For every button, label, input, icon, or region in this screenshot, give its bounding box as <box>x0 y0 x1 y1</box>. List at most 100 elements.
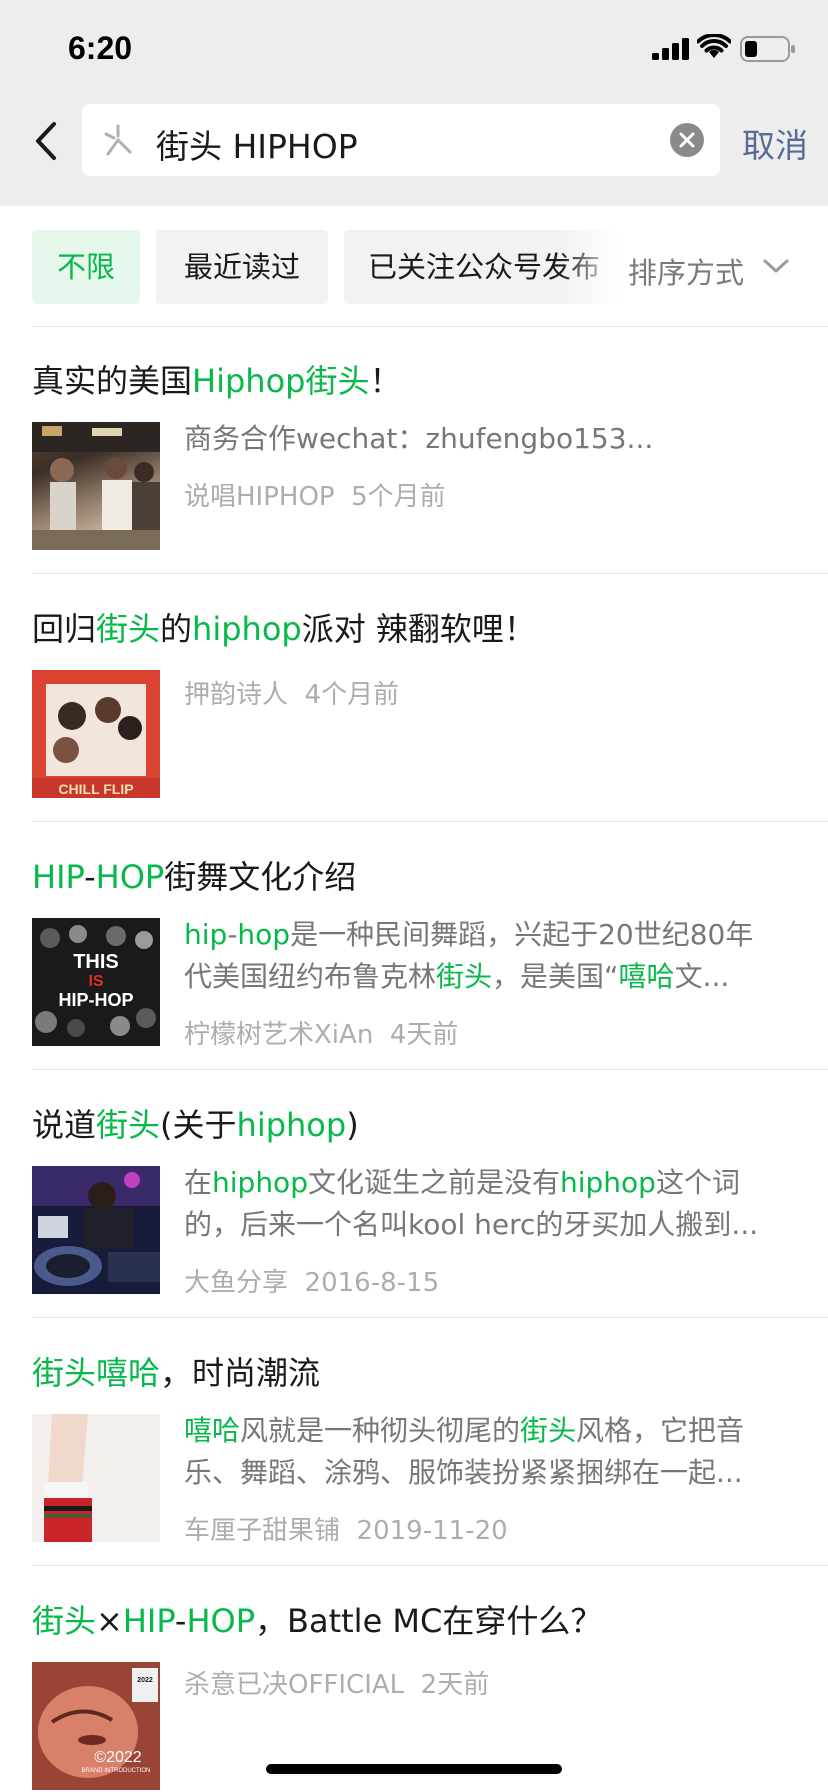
street-crowd-photo <box>32 422 160 550</box>
highlight-text: 街头 <box>520 1414 577 1447</box>
text-segment: ) <box>346 1106 359 1144</box>
text-segment: ，是美国“ <box>492 960 619 993</box>
result-source: 大鱼分享 <box>184 1268 289 1298</box>
highlight-text: 嘻哈 <box>618 960 675 993</box>
brand-face-photo: 2022 ©2022 BRAND INTRODUCTION <box>32 1662 160 1790</box>
description-line: 的，后来一个名叫kool herc的牙买加人搬到... <box>184 1204 798 1246</box>
filter-chip-unlimited[interactable]: 不限 <box>32 230 140 304</box>
result-thumbnail: CHILL FLIP <box>32 670 160 798</box>
dj-turntable-photo <box>32 1166 160 1294</box>
highlight-text: 街头 <box>96 1106 161 1144</box>
highlight-text: hiphop <box>236 1106 347 1144</box>
highlight-text: 街头嘻哈 <box>32 1354 161 1392</box>
result-item[interactable]: 说道街头(关于hiphop) 在hiphop文化诞生之前是没有hiphop这个词… <box>0 1070 828 1318</box>
text-segment: 回归 <box>32 610 97 648</box>
result-description: hip-hop是一种民间舞蹈，兴起于20世纪80年 代美国纽约布鲁克林街头，是美国… <box>184 914 798 998</box>
text-segment: 商务合作wechat：zhufengbo153... <box>184 422 654 455</box>
text-segment: 乐、舞蹈、涂鸦、服饰装扮紧紧捆绑在一起... <box>184 1456 743 1489</box>
thumb-year: ©2022 <box>94 1749 141 1766</box>
text-segment: 风就是一种彻头彻尾的 <box>240 1414 521 1447</box>
description-line: 商务合作wechat：zhufengbo153... <box>184 418 798 460</box>
text-segment: 文... <box>674 960 730 993</box>
result-thumbnail: 2022 ©2022 BRAND INTRODUCTION <box>32 1662 160 1790</box>
result-time: 5个月前 <box>351 482 446 512</box>
result-item[interactable]: 真实的美国Hiphop街头！ 商务合作wechat：zhufengbo153..… <box>0 326 828 574</box>
result-time: 2天前 <box>420 1670 490 1700</box>
result-time: 2016-8-15 <box>304 1268 440 1298</box>
wifi-icon <box>697 34 731 58</box>
highlight-text: 嘻哈 <box>184 1414 241 1447</box>
description-line: 乐、舞蹈、涂鸦、服饰装扮紧紧捆绑在一起... <box>184 1452 798 1494</box>
text-segment: 真实的美国 <box>32 362 193 400</box>
battery-icon <box>740 36 795 62</box>
thumb-badge: 2022 <box>137 1677 153 1684</box>
result-title: 说道街头(关于hiphop) <box>32 1100 359 1146</box>
highlight-text: hiphop <box>212 1166 308 1199</box>
result-description: 商务合作wechat：zhufengbo153... <box>184 418 798 460</box>
text-segment: 的，后来一个名叫kool herc的牙买加人搬到... <box>184 1208 759 1241</box>
result-description: 在hiphop文化诞生之前是没有hiphop这个词 的，后来一个名叫kool he… <box>184 1162 798 1246</box>
status-time: 6:20 <box>68 30 133 66</box>
text-segment: 是一种民间舞蹈，兴起于20世纪80年 <box>290 918 754 951</box>
highlight-text: hiphop <box>559 1166 656 1199</box>
result-title: HIP-HOP街舞文化介绍 <box>32 852 356 898</box>
highlight-text: hiphop <box>192 610 302 648</box>
highlight-text: 街头 <box>436 960 493 993</box>
description-line: 代美国纽约布鲁克林街头，是美国“嘻哈文... <box>184 956 798 998</box>
result-item[interactable]: 回归街头的hiphop派对 辣翻软哩！ CHILL FLIP 押韵诗人 4个月前 <box>0 574 828 822</box>
red-socks-photo <box>32 1414 160 1542</box>
search-query[interactable]: 街头 HIPHOP <box>156 120 358 168</box>
clear-search-button[interactable] <box>670 123 704 157</box>
result-thumbnail <box>32 1414 160 1542</box>
result-item[interactable]: 街头×HIP-HOP，Battle MC在穿什么？ 2022 ©2022 BRA… <box>0 1566 828 1792</box>
result-source: 柠檬树艺术XiAn <box>184 1020 374 1050</box>
thumb-line-1: THIS <box>73 951 119 973</box>
text-segment: 说道 <box>32 1106 97 1144</box>
sort-dropdown[interactable]: 排序方式 <box>628 250 744 292</box>
cancel-button[interactable]: 取消 <box>742 119 808 167</box>
result-meta: 车厘子甜果铺 2019-11-20 <box>184 1510 508 1547</box>
result-thumbnail <box>32 1166 160 1294</box>
text-segment: 在 <box>184 1166 213 1199</box>
thumb-line-2: IS <box>88 973 103 990</box>
text-segment: 风格，它把音 <box>576 1414 745 1447</box>
highlight-text: HIP <box>32 858 85 896</box>
result-item[interactable]: 街头嘻哈，时尚潮流 嘻哈风就是一种彻头彻尾的街头风格，它把音 乐、舞蹈、涂鸦、服饰… <box>0 1318 828 1566</box>
filter-bar: 不限 最近读过 已关注公众号发布 排序方式 <box>0 206 828 327</box>
text-segment: 这个词 <box>655 1166 740 1199</box>
result-title: 街头×HIP-HOP，Battle MC在穿什么？ <box>32 1596 602 1642</box>
filter-chip-recently-read[interactable]: 最近读过 <box>156 230 328 304</box>
text-segment: - <box>174 1602 187 1640</box>
home-indicator[interactable] <box>266 1764 562 1774</box>
result-source: 说唱HIPHOP <box>184 482 335 512</box>
result-item[interactable]: HIP-HOP街舞文化介绍 THIS IS HIP-HOP hip-hop是一种… <box>0 822 828 1070</box>
hiphop-collage-photo: THIS IS HIP-HOP <box>32 918 160 1046</box>
highlight-text: 街头 <box>96 610 161 648</box>
text-segment: ，Battle MC在穿什么？ <box>255 1602 603 1640</box>
top-bar: 6:20 街头 HIPHOP 取消 <box>0 0 828 206</box>
highlight-text: Hiphop街头 <box>192 362 370 400</box>
result-source: 杀意已决OFFICIAL <box>184 1670 405 1700</box>
result-thumbnail <box>32 422 160 550</box>
text-segment: 的 <box>160 610 193 648</box>
chevron-down-icon[interactable] <box>762 256 790 276</box>
result-source: 押韵诗人 <box>184 680 289 710</box>
search-input[interactable]: 街头 HIPHOP <box>82 104 720 176</box>
highlight-text: HOP <box>95 858 165 896</box>
result-time: 4天前 <box>389 1020 459 1050</box>
highlight-text: hop <box>237 918 291 951</box>
text-segment: ！ <box>369 362 402 400</box>
cellular-signal-icon <box>652 38 689 60</box>
thumb-caption: BRAND INTRODUCTION <box>82 1768 151 1774</box>
text-segment: 派对 辣翻软哩！ <box>301 610 536 648</box>
result-time: 4个月前 <box>304 680 400 710</box>
result-thumbnail: THIS IS HIP-HOP <box>32 918 160 1046</box>
description-line: 嘻哈风就是一种彻头彻尾的街头风格，它把音 <box>184 1410 798 1452</box>
back-chevron-icon[interactable] <box>28 118 64 164</box>
chip-fade <box>560 230 620 304</box>
result-title: 回归街头的hiphop派对 辣翻软哩！ <box>32 604 536 650</box>
result-meta: 说唱HIPHOP 5个月前 <box>184 476 446 513</box>
highlight-text: hip <box>184 918 228 951</box>
status-bar: 6:20 <box>0 0 828 98</box>
text-segment: 代美国纽约布鲁克林 <box>184 960 437 993</box>
